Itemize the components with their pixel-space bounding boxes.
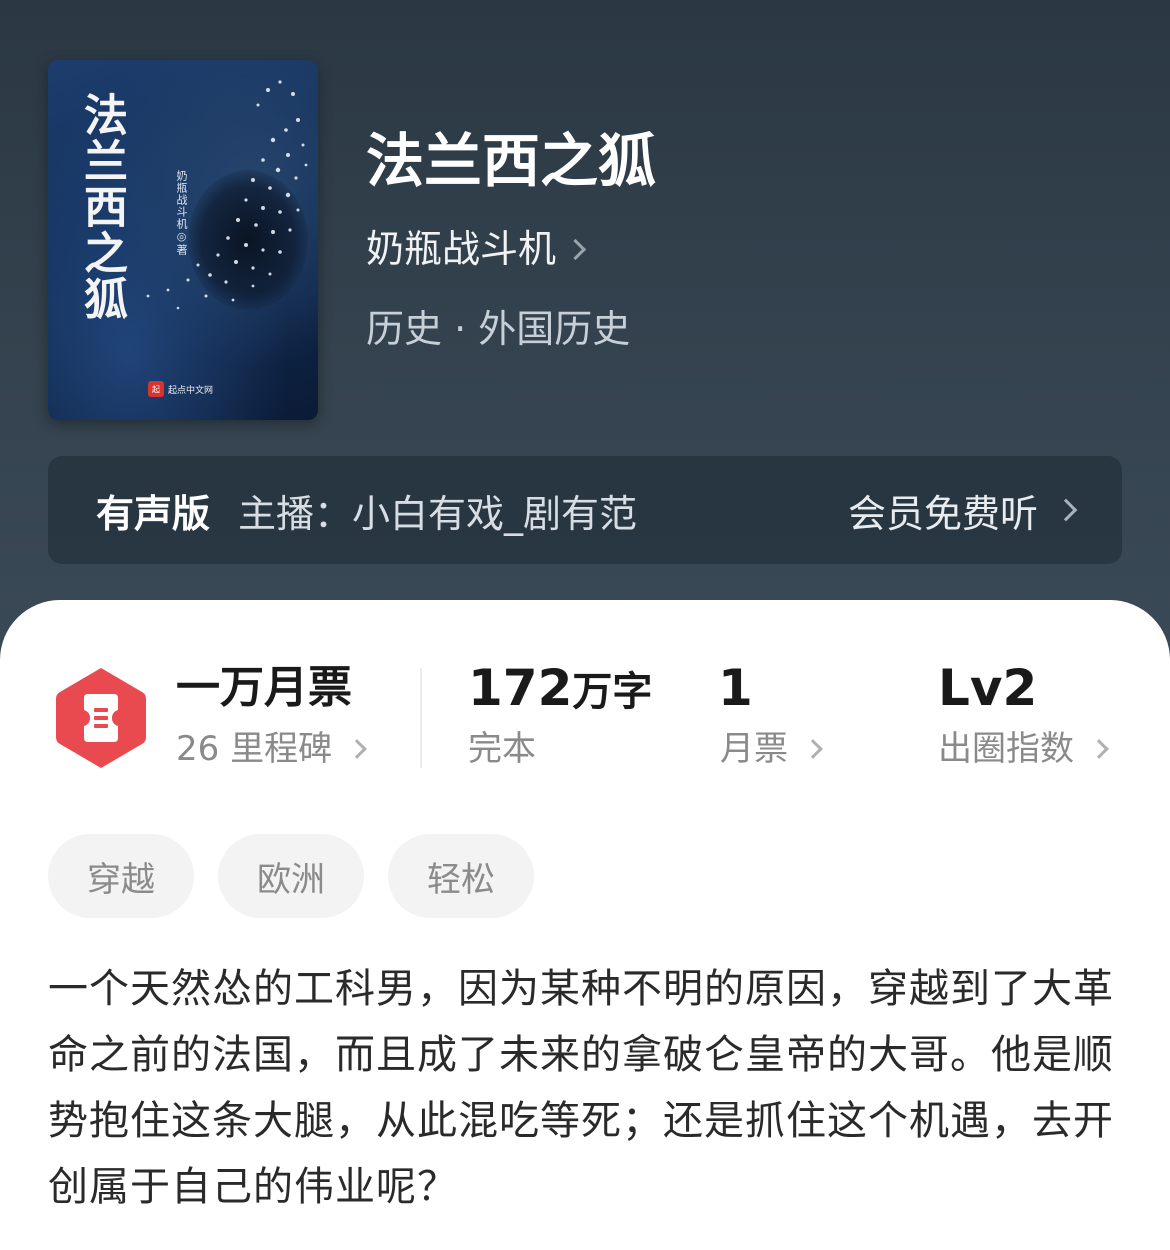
monthly-votes-label: 月票 xyxy=(720,729,788,769)
chevron-right-icon xyxy=(1089,739,1109,759)
chevron-right-icon xyxy=(564,238,587,260)
ticket-hexagon-icon xyxy=(56,668,146,768)
chevron-right-icon xyxy=(803,739,823,759)
monthly-votes-link[interactable]: 月票 xyxy=(720,726,823,772)
milestone-label: 26 里程碑 xyxy=(176,729,333,769)
audio-label: 有声版 xyxy=(96,491,211,536)
word-count: 172万字 xyxy=(468,660,652,720)
author-name: 奶瓶战斗机 xyxy=(366,227,557,271)
stats-row: 一万月票 26 里程碑 172万字 完本 1 月票 Lv2 出圈指数 xyxy=(0,660,1170,780)
monthly-vote-milestone: 一万月票 xyxy=(176,662,352,713)
cover-publisher: 起 起点中文网 xyxy=(148,380,213,398)
tag-chip[interactable]: 欧洲 xyxy=(218,834,364,918)
details-panel: 一万月票 26 里程碑 172万字 完本 1 月票 Lv2 出圈指数 穿越 欧洲… xyxy=(0,600,1170,1250)
tag-chip[interactable]: 穿越 xyxy=(48,834,194,918)
word-count-number: 172 xyxy=(468,659,573,717)
popularity-index-link[interactable]: 出圈指数 xyxy=(938,726,1109,772)
publisher-name: 起点中文网 xyxy=(168,385,214,396)
book-synopsis: 一个天然怂的工科男，因为某种不明的原因，穿越到了大革命之前的法国，而且成了未来的… xyxy=(48,966,1114,1210)
cover-author: 奶瓶战斗机◎著 xyxy=(175,170,188,256)
popularity-level-value: Lv2 xyxy=(938,659,1038,717)
stats-divider xyxy=(420,668,422,768)
book-cover[interactable]: 法兰西之狐 奶瓶战斗机◎著 起 起点中文网 xyxy=(48,60,318,420)
cover-title: 法兰西之狐 xyxy=(76,92,127,322)
book-header: 法兰西之狐 奶瓶战斗机◎著 起 起点中文网 法兰西之狐 奶瓶战斗机 历史 · 外… xyxy=(0,0,1170,660)
listen-free-label: 会员免费听 xyxy=(847,491,1038,536)
monthly-votes-number: 1 xyxy=(718,659,753,717)
audio-version-bar[interactable]: 有声版 主播：小白有戏_剧有范 会员免费听 xyxy=(48,456,1122,564)
popularity-index-label: 出圈指数 xyxy=(938,729,1074,769)
publisher-logo-icon: 起 xyxy=(148,381,164,397)
chevron-right-icon xyxy=(347,739,367,759)
popularity-level: Lv2 xyxy=(938,660,1037,719)
book-title: 法兰西之狐 xyxy=(366,127,657,195)
chevron-right-icon xyxy=(1054,498,1078,522)
tag-chip[interactable]: 轻松 xyxy=(388,834,534,918)
monthly-votes-count: 1 xyxy=(718,660,753,719)
audio-host: 主播：小白有戏_剧有范 xyxy=(238,491,638,536)
author-link[interactable]: 奶瓶战斗机 xyxy=(366,222,587,276)
milestone-link[interactable]: 26 里程碑 xyxy=(176,726,367,772)
tag-list: 穿越 欧洲 轻松 xyxy=(48,834,534,918)
word-count-unit: 万字 xyxy=(572,669,653,715)
completion-status: 完本 xyxy=(468,729,536,769)
listen-free-button[interactable]: 会员免费听 xyxy=(847,483,1078,538)
book-category[interactable]: 历史 · 外国历史 xyxy=(366,302,630,356)
